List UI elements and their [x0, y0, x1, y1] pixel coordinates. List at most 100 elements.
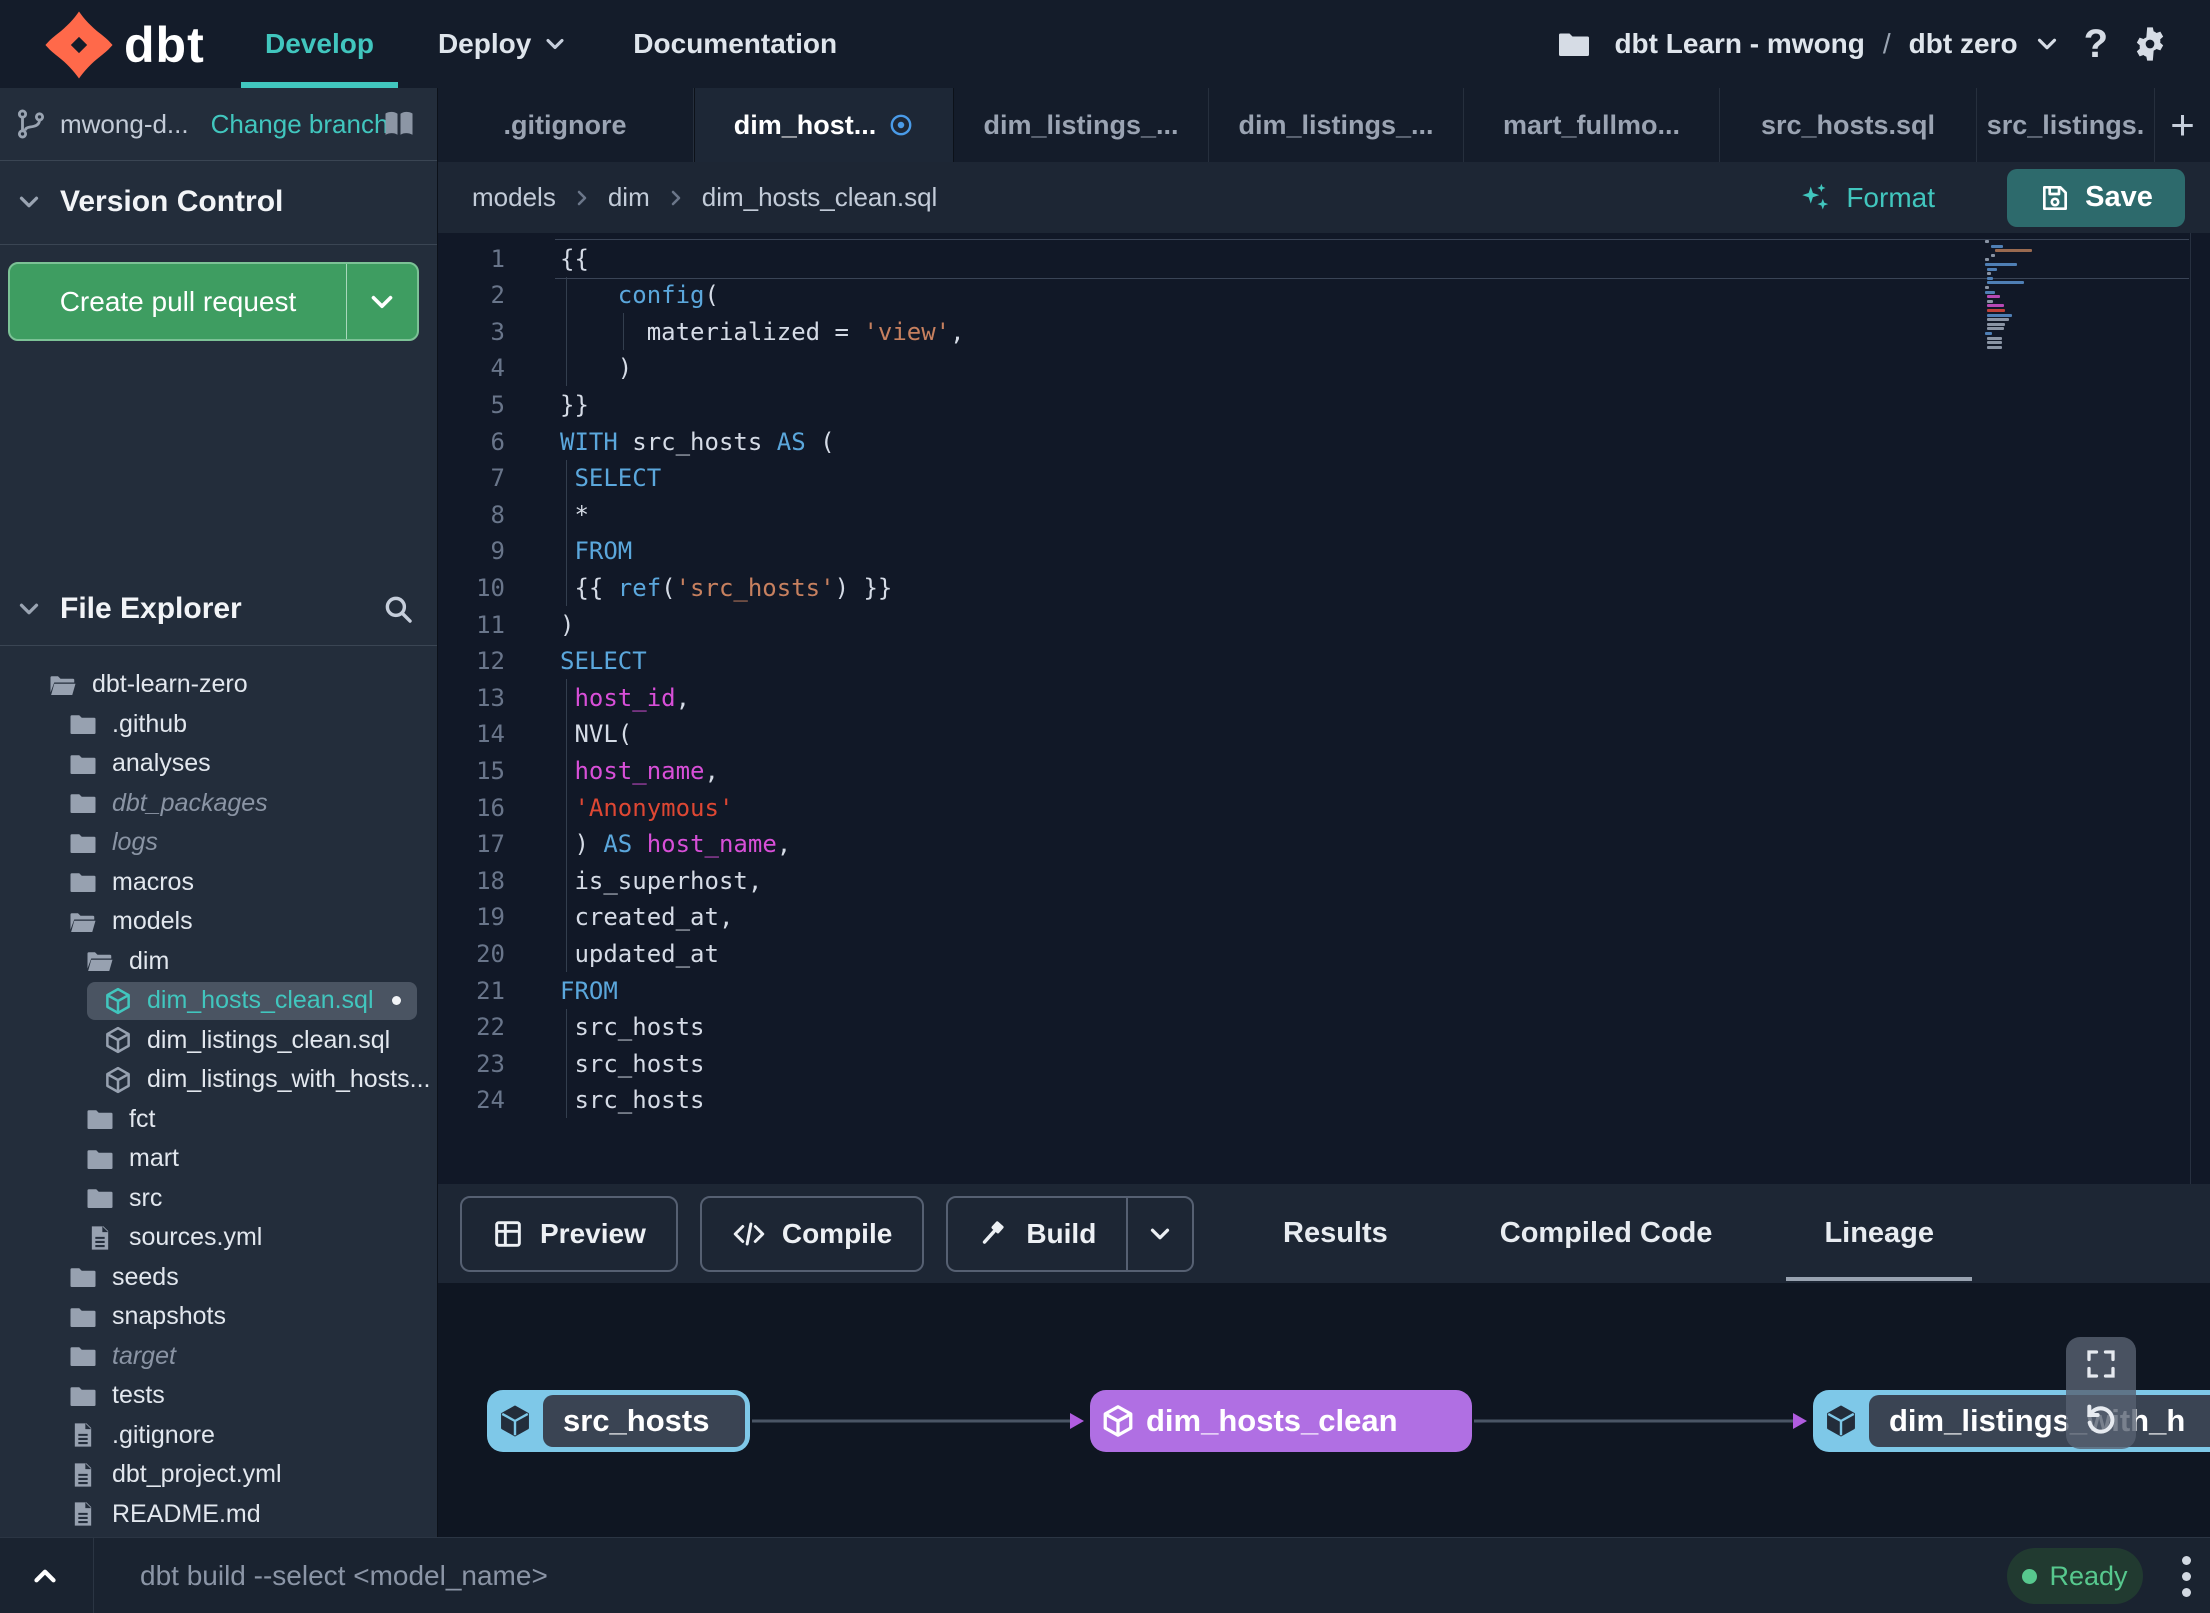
tree-item-gitignore[interactable]: .gitignore — [0, 1416, 437, 1456]
expand-command-bar-icon[interactable] — [14, 1538, 76, 1613]
tree-item-dim-hosts-clean-sql[interactable]: dim_hosts_clean.sql — [0, 981, 437, 1021]
nav-item-deploy[interactable]: Deploy — [438, 0, 569, 88]
tree-item-github[interactable]: .github — [0, 705, 437, 745]
tree-item-dim[interactable]: dim — [0, 942, 437, 982]
file-tab-dim-listings-3[interactable]: dim_listings_... — [1209, 88, 1464, 162]
code-editor[interactable]: 1{{2 config(3 materialized = 'view', 4 ) 5… — [437, 233, 2210, 1184]
compile-button[interactable]: Compile — [699, 1195, 925, 1272]
nav-item-develop[interactable]: Develop — [241, 0, 398, 88]
folder-open-icon — [85, 946, 115, 976]
code-line-16[interactable]: 16 'Anonymous' — [437, 789, 733, 826]
code-line-4[interactable]: 4 ) — [437, 350, 633, 387]
file-tab-mart-fullmo-4[interactable]: mart_fullmo... — [1464, 88, 1720, 162]
tree-item-snapshots[interactable]: snapshots — [0, 1297, 437, 1337]
panel-tab-compiled-code[interactable]: Compiled Code — [1444, 1184, 1769, 1283]
minimap-line — [1985, 286, 1989, 289]
lineage-node-src-hosts[interactable]: src_hosts — [487, 1390, 750, 1452]
lineage-canvas[interactable]: src_hosts dim_hosts_clean dim_listings_wit… — [437, 1283, 2210, 1537]
tree-item-dim-listings-with-hosts[interactable]: dim_listings_with_hosts... — [0, 1060, 437, 1100]
breadcrumb-segment-dim[interactable]: dim — [608, 182, 650, 213]
tree-item-src[interactable]: src — [0, 1179, 437, 1219]
command-input[interactable]: dbt build --select <model_name> — [140, 1538, 548, 1613]
code-line-13[interactable]: 13 host_id, — [437, 679, 690, 716]
file-tab-label: .gitignore — [503, 109, 627, 140]
pr-dropdown-toggle[interactable] — [346, 264, 417, 339]
tree-item-mart[interactable]: mart — [0, 1139, 437, 1179]
fullscreen-icon[interactable] — [2083, 1346, 2119, 1382]
code-line-1[interactable]: 1 {{ — [437, 240, 589, 277]
code-line-7[interactable]: 7 SELECT — [437, 460, 662, 497]
tree-item-logs[interactable]: logs — [0, 823, 437, 863]
tree-item-models[interactable]: models — [0, 902, 437, 942]
code-line-14[interactable]: 14 NVL( — [437, 716, 632, 753]
line-number: 24 — [476, 1086, 505, 1115]
help-icon[interactable]: ? — [2084, 22, 2108, 67]
dbt-logo[interactable]: dbt — [44, 10, 205, 80]
change-branch-link[interactable]: Change branch — [211, 109, 389, 140]
code-line-17[interactable]: 17 ) AS host_name, — [437, 826, 791, 863]
code-line-20[interactable]: 20 updated_at — [437, 935, 719, 972]
code-line-12[interactable]: 12 SELECT — [437, 643, 647, 680]
tree-item-dbt-learn-zero[interactable]: dbt-learn-zero — [0, 665, 437, 705]
file-tab-dim-listings-2[interactable]: dim_listings_... — [954, 88, 1209, 162]
panel-tabs: Results Compiled Code Lineage — [1227, 1184, 1990, 1283]
tree-item-label: dbt_packages — [112, 788, 268, 817]
create-pull-request-button[interactable]: Create pull request — [8, 262, 419, 341]
format-button[interactable]: Format — [1798, 181, 1935, 215]
nav-item-documentation[interactable]: Documentation — [633, 0, 837, 88]
code-line-23[interactable]: 23 src_hosts — [437, 1045, 704, 1082]
save-button[interactable]: Save — [2007, 168, 2185, 227]
code-line-11[interactable]: 11) — [437, 606, 574, 643]
editor-scrollbar[interactable] — [2190, 233, 2191, 1184]
code-line-24[interactable]: 24 src_hosts — [437, 1082, 705, 1119]
code-line-10[interactable]: 10 {{ ref('src_hosts') }} — [437, 569, 892, 606]
file-tab-src-hosts-sql-5[interactable]: src_hosts.sql — [1720, 88, 1977, 162]
code-line-22[interactable]: 22 src_hosts — [437, 1009, 704, 1046]
code-line-18[interactable]: 18 is_superhost, — [437, 862, 762, 899]
tree-item-analyses[interactable]: analyses — [0, 744, 437, 784]
breadcrumb-segment-models[interactable]: models — [472, 182, 556, 213]
docs-book-icon[interactable] — [381, 106, 417, 142]
code-line-15[interactable]: 15 host_name, — [437, 752, 719, 789]
file-explorer-header[interactable]: File Explorer — [0, 572, 437, 646]
preview-button[interactable]: Preview — [460, 1195, 678, 1272]
chevron-down-icon[interactable] — [2032, 29, 2062, 59]
file-tab-src-listings-6[interactable]: src_listings. — [1977, 88, 2155, 162]
tree-item-seeds[interactable]: seeds — [0, 1258, 437, 1298]
lineage-node-dim-hosts-clean[interactable]: dim_hosts_clean — [1090, 1390, 1472, 1452]
new-tab-button[interactable]: + — [2155, 88, 2210, 162]
tree-item-macros[interactable]: macros — [0, 863, 437, 903]
project-breadcrumb[interactable]: dbt Learn - mwong / dbt zero — [1614, 28, 2061, 60]
kebab-menu-icon[interactable] — [2176, 1552, 2196, 1600]
tree-item-readme-md[interactable]: README.md — [0, 1495, 437, 1535]
search-icon[interactable] — [381, 592, 415, 626]
tree-item-tests[interactable]: tests — [0, 1376, 437, 1416]
tree-item-label: dbt_project.yml — [112, 1460, 282, 1489]
tree-item-dim-listings-clean-sql[interactable]: dim_listings_clean.sql — [0, 1021, 437, 1061]
panel-tab-lineage[interactable]: Lineage — [1768, 1184, 1990, 1283]
reset-view-icon[interactable] — [2081, 1400, 2121, 1440]
tree-item-fct[interactable]: fct — [0, 1100, 437, 1140]
build-dropdown-toggle[interactable] — [1126, 1197, 1192, 1270]
code-line-5[interactable]: 5}} — [437, 386, 589, 423]
panel-tab-results[interactable]: Results — [1227, 1184, 1444, 1283]
tree-item-dbt-project-yml[interactable]: dbt_project.yml — [0, 1455, 437, 1495]
code-line-3[interactable]: 3 materialized = 'view', — [437, 313, 965, 350]
code-line-2[interactable]: 2 config( — [437, 277, 719, 314]
code-line-6[interactable]: 6 WITH src_hosts AS ( — [437, 423, 835, 460]
breadcrumb-segment-dim-hosts-clean-sql[interactable]: dim_hosts_clean.sql — [702, 182, 938, 213]
version-control-header[interactable]: Version Control — [0, 160, 437, 245]
file-tab-gitignore-0[interactable]: .gitignore — [437, 88, 694, 162]
code-text: src_hosts — [560, 1086, 705, 1115]
tree-item-sources-yml[interactable]: sources.yml — [0, 1218, 437, 1258]
file-tab-dim-host-1[interactable]: dim_host... — [694, 88, 954, 162]
tree-item-target[interactable]: target — [0, 1337, 437, 1377]
gear-icon[interactable] — [2130, 24, 2170, 64]
lineage-node-dim-listings-with-h[interactable]: dim_listings_with_h — [1813, 1390, 2210, 1452]
model-cube-icon — [103, 986, 133, 1016]
code-line-19[interactable]: 19 created_at, — [437, 899, 733, 936]
code-line-9[interactable]: 9 FROM — [437, 533, 633, 570]
code-line-21[interactable]: 21 FROM — [437, 972, 618, 1009]
build-button[interactable]: Build — [946, 1195, 1195, 1272]
tree-item-dbt-packages[interactable]: dbt_packages — [0, 784, 437, 824]
